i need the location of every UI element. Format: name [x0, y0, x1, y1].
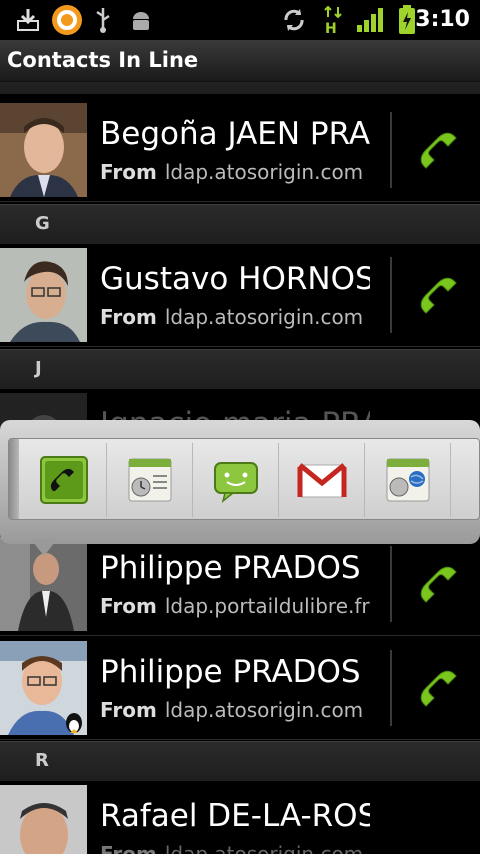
phone-icon: [420, 132, 457, 169]
source-domain: ldap.portaildulibre.fr: [164, 594, 370, 618]
divider: [390, 546, 392, 622]
gmail-icon: [297, 463, 346, 498]
call-button[interactable]: [408, 556, 468, 616]
contact-web-icon: [386, 458, 429, 502]
from-label: From: [100, 594, 157, 618]
contact-name: Gustavo HORNOS: [100, 261, 370, 297]
app-notification-icon: [50, 5, 84, 35]
avatar: [0, 248, 87, 342]
contact-name: Philippe PRADOS: [100, 654, 361, 690]
section-header-j: J: [0, 349, 480, 389]
download-icon: [14, 6, 42, 34]
quick-contact-pointer: [30, 538, 58, 556]
signal-icon: [356, 6, 384, 34]
source-domain: ldap.atosorigin.com: [164, 305, 364, 329]
quick-web-button[interactable]: [365, 443, 451, 517]
quick-contact-actions: [8, 438, 480, 520]
contact-name: Rafael DE-LA-ROSA PRADOS: [100, 798, 370, 834]
avatar: [0, 103, 87, 197]
call-button[interactable]: [408, 267, 468, 327]
divider: [390, 650, 392, 726]
quick-sms-button[interactable]: [193, 443, 279, 517]
contact-name: Begoña JAEN PRADO: [100, 116, 370, 152]
avatar: [0, 785, 87, 854]
divider: [390, 257, 392, 333]
section-letter: G: [35, 213, 50, 234]
contact-name: Philippe PRADOS: [100, 550, 361, 586]
quick-email-button[interactable]: [279, 443, 365, 517]
section-header-g: G: [0, 204, 480, 244]
from-label: From: [100, 698, 157, 722]
from-label: From: [100, 305, 157, 329]
contact-source: From ldap.atosorigin.com: [100, 698, 363, 722]
contact-source: From ldap.atosorigin.com: [100, 160, 363, 184]
section-letter: J: [35, 358, 42, 379]
avatar: [0, 641, 87, 735]
source-domain: ldap.atosorigin.com: [164, 160, 364, 184]
hspa-data-icon: H: [322, 5, 344, 35]
contact-row[interactable]: Begoña JAEN PRADO From ldap.atosorigin.co…: [0, 100, 480, 202]
call-icon: [39, 456, 88, 504]
contact-source: From ldap.atosorigin.com: [100, 842, 363, 854]
contact-source: From ldap.atosorigin.com: [100, 305, 363, 329]
quick-call-button[interactable]: [21, 443, 107, 517]
contact-row[interactable]: Rafael DE-LA-ROSA PRADOS From ldap.atosor…: [0, 782, 480, 854]
source-domain: ldap.atosorigin.com: [164, 842, 364, 854]
call-button[interactable]: [408, 122, 468, 182]
usb-icon: [92, 6, 114, 34]
phone-icon: [420, 277, 457, 314]
quick-more-button[interactable]: [451, 443, 480, 517]
divider: [390, 112, 392, 188]
clock: 3:10: [415, 7, 470, 32]
contact-card-icon: [128, 458, 171, 502]
scroll-grip: [9, 439, 19, 519]
android-debug-icon: [128, 6, 154, 34]
quick-contact-card-button[interactable]: [107, 443, 193, 517]
contact-row[interactable]: Gustavo HORNOS From ldap.atosorigin.com: [0, 245, 480, 347]
page-title: Contacts In Line: [7, 48, 199, 72]
section-letter: R: [35, 750, 49, 771]
section-header-r: R: [0, 741, 480, 781]
title-bar: Contacts In Line: [0, 40, 480, 82]
svg-text:H: H: [325, 21, 337, 35]
contact-row[interactable]: Philippe PRADOS From ldap.portaildulibre.…: [0, 534, 480, 636]
source-domain: ldap.atosorigin.com: [164, 698, 364, 722]
from-label: From: [100, 842, 157, 854]
from-label: From: [100, 160, 157, 184]
call-button[interactable]: [408, 660, 468, 720]
phone-icon: [420, 670, 457, 707]
sync-icon: [280, 6, 308, 34]
section-header: [0, 82, 480, 94]
status-bar: H 3:10: [0, 0, 480, 40]
phone-icon: [420, 566, 457, 603]
contact-row[interactable]: Philippe PRADOS From ldap.atosorigin.com: [0, 638, 480, 740]
sms-icon: [213, 462, 258, 503]
quick-contact-bar: [0, 420, 480, 544]
contact-source: From ldap.portaildulibre.fr: [100, 594, 370, 618]
